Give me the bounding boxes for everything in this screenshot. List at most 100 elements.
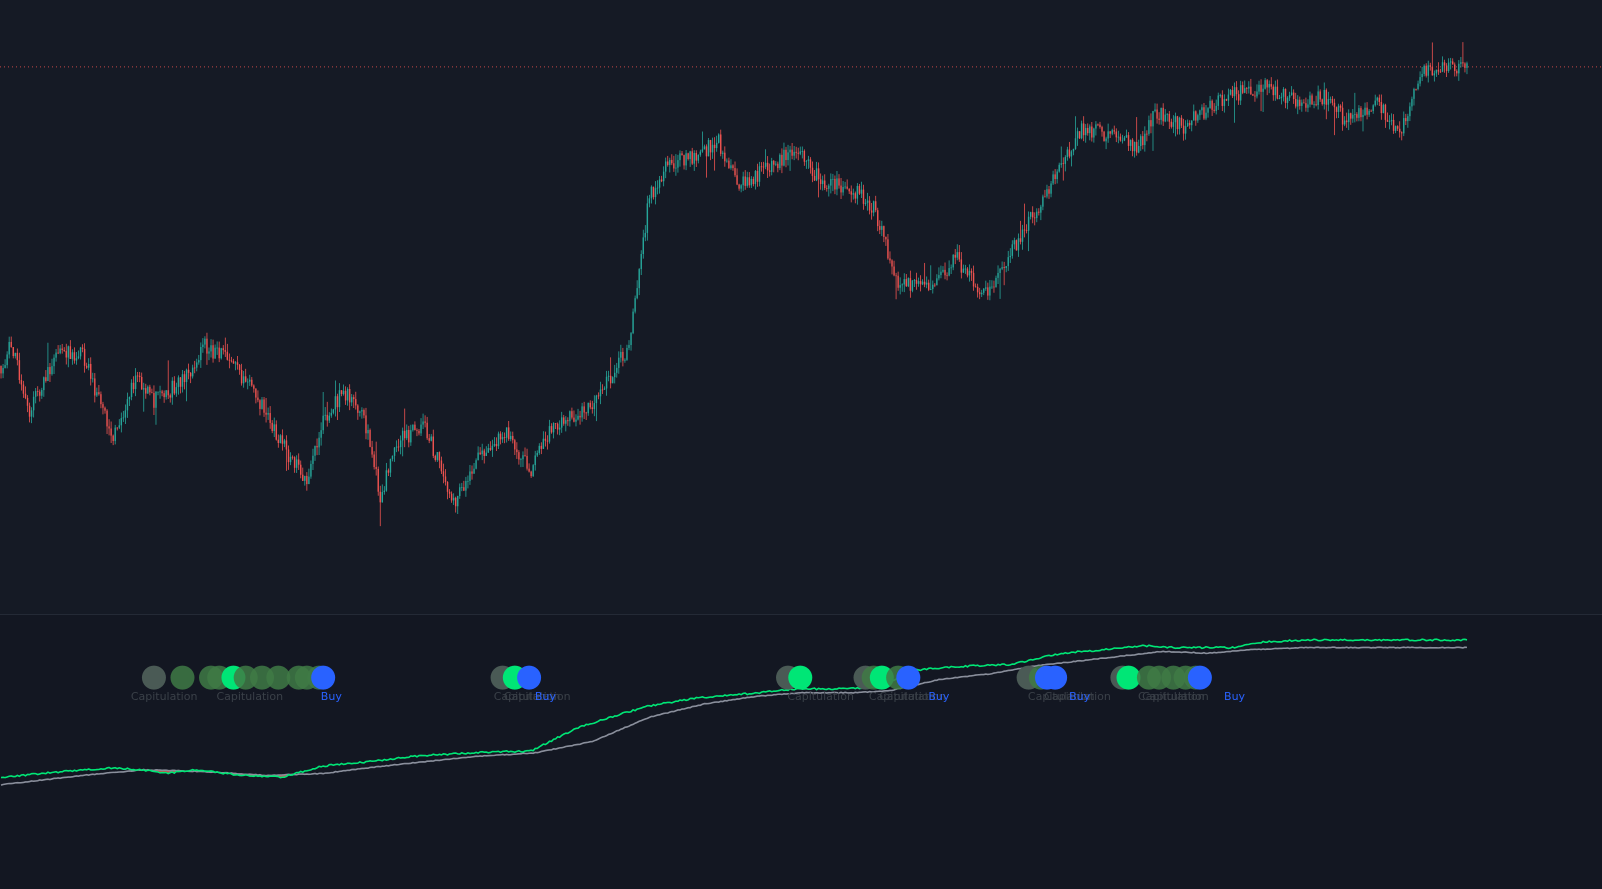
candle-body bbox=[1441, 62, 1444, 72]
candle-body bbox=[958, 252, 961, 260]
candle-body bbox=[1023, 229, 1026, 231]
candle-body bbox=[1258, 84, 1260, 92]
candle-body bbox=[838, 178, 840, 186]
candle-body bbox=[595, 395, 598, 404]
candle-body bbox=[960, 259, 963, 273]
candle-body bbox=[720, 134, 722, 154]
candle-body bbox=[53, 357, 55, 367]
candle-body bbox=[903, 279, 905, 285]
candle-body bbox=[114, 427, 116, 441]
candle-body bbox=[138, 375, 141, 377]
candle-body bbox=[970, 270, 973, 273]
candle-body bbox=[391, 455, 394, 459]
candle-body bbox=[1299, 99, 1301, 106]
candle-body bbox=[801, 150, 804, 152]
candle-body bbox=[485, 452, 487, 456]
candle-body bbox=[1054, 174, 1056, 180]
candle-body bbox=[218, 347, 220, 359]
candle-body bbox=[1421, 73, 1423, 78]
candle-body bbox=[1191, 120, 1193, 126]
candle-body bbox=[308, 476, 310, 485]
candle-body bbox=[921, 281, 924, 285]
candle-body bbox=[1435, 69, 1438, 74]
candle-body bbox=[104, 407, 106, 411]
candle-body bbox=[61, 348, 63, 351]
candle-body bbox=[236, 362, 239, 365]
candle-body bbox=[1125, 135, 1128, 138]
candle-body bbox=[1172, 122, 1175, 127]
candle-body bbox=[522, 455, 524, 460]
candle-body bbox=[1305, 103, 1307, 108]
candle-body bbox=[226, 351, 229, 360]
candle-body bbox=[428, 438, 430, 441]
candle-body bbox=[136, 375, 139, 377]
candle-body bbox=[717, 134, 720, 143]
candle-body bbox=[244, 376, 247, 382]
candle-body bbox=[1027, 216, 1030, 231]
candle-body bbox=[630, 333, 632, 346]
candle-body bbox=[2, 367, 4, 374]
candle-body bbox=[1333, 102, 1336, 108]
candle-body bbox=[295, 459, 298, 468]
candle-body bbox=[357, 405, 359, 413]
candle-body bbox=[1264, 80, 1266, 89]
candle-body bbox=[1382, 104, 1385, 114]
candle-body bbox=[609, 375, 612, 384]
buy-label: Buy bbox=[1224, 690, 1246, 703]
candle-body bbox=[1398, 128, 1401, 133]
candle-body bbox=[210, 345, 212, 352]
candle-body bbox=[1158, 118, 1160, 120]
candle-body bbox=[950, 267, 952, 269]
candle-body bbox=[583, 406, 585, 413]
candle-body bbox=[495, 444, 498, 447]
signal-dot bbox=[1187, 665, 1212, 690]
candle-body bbox=[603, 388, 606, 390]
candle-body bbox=[581, 406, 583, 418]
candle-body bbox=[1390, 119, 1393, 122]
candle-body bbox=[1182, 125, 1185, 134]
candle-body bbox=[222, 348, 224, 351]
candle-body bbox=[1113, 130, 1115, 132]
candle-body bbox=[1160, 107, 1162, 120]
candle-body bbox=[200, 346, 202, 361]
candle-body bbox=[173, 380, 176, 394]
candle-body bbox=[711, 144, 714, 153]
candle-body bbox=[985, 287, 987, 289]
candle-body bbox=[399, 440, 402, 448]
candle-body bbox=[1201, 107, 1203, 111]
candle-body bbox=[909, 278, 912, 291]
candle-body bbox=[440, 460, 443, 472]
candle-body bbox=[118, 425, 120, 428]
candle-body bbox=[889, 258, 891, 261]
candle-body bbox=[208, 351, 210, 354]
candle-body bbox=[450, 493, 453, 501]
candle-body bbox=[65, 350, 67, 358]
candle-body bbox=[179, 377, 182, 387]
candle-body bbox=[1403, 118, 1405, 134]
candle-body bbox=[599, 389, 602, 397]
candle-body bbox=[1087, 127, 1089, 134]
candle-body bbox=[253, 385, 255, 389]
candle-body bbox=[1074, 138, 1077, 149]
candle-body bbox=[1101, 127, 1103, 132]
candle-body bbox=[383, 490, 386, 493]
candle-body bbox=[271, 422, 273, 432]
candle-body bbox=[544, 438, 547, 441]
candle-body bbox=[899, 285, 901, 288]
candle-body bbox=[1119, 136, 1122, 141]
candle-body bbox=[1011, 244, 1014, 256]
candle-body bbox=[783, 149, 785, 166]
candle-body bbox=[310, 463, 312, 477]
candle-body bbox=[824, 180, 826, 189]
candle-body bbox=[940, 271, 942, 276]
candle-body bbox=[1131, 139, 1134, 152]
candle-body bbox=[469, 471, 471, 481]
candle-body bbox=[1248, 86, 1250, 89]
candle-body bbox=[461, 487, 463, 488]
candle-body bbox=[1396, 126, 1399, 129]
capitulation-label: Capitulation bbox=[131, 690, 198, 703]
candle-body bbox=[624, 359, 626, 361]
candle-body bbox=[373, 454, 375, 468]
candle-body bbox=[434, 455, 437, 460]
candle-body bbox=[483, 450, 485, 456]
